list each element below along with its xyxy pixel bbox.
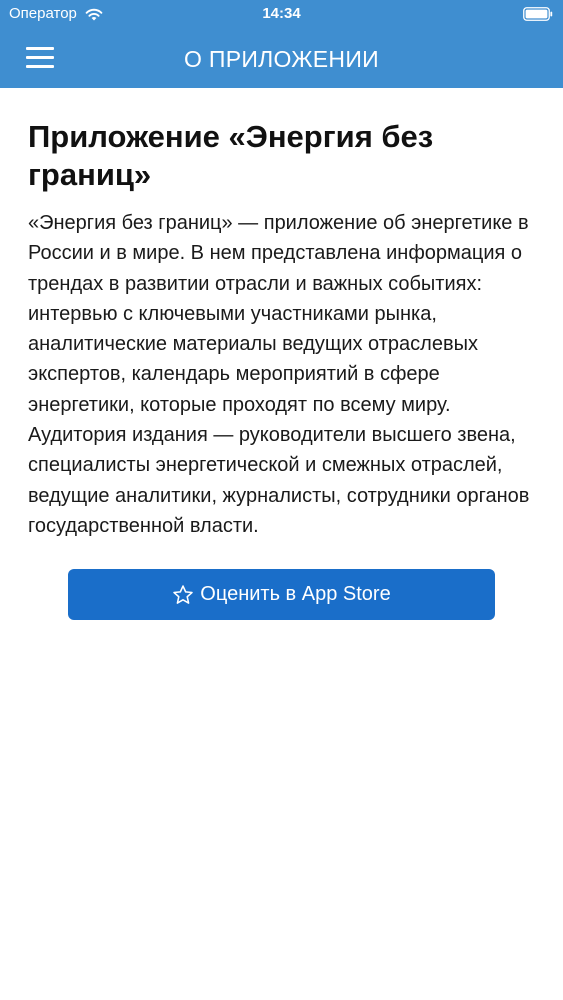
about-content: Приложение «Энергия без границ» «Энергия…: [0, 88, 563, 621]
status-bar: Оператор 14:34: [0, 0, 563, 30]
nav-bar: О ПРИЛОЖЕНИИ: [0, 30, 563, 88]
header: Оператор 14:34 О ПРИЛОЖЕНИИ: [0, 0, 563, 88]
battery-icon: [523, 7, 553, 21]
star-outline-icon: [173, 585, 194, 604]
page-title: Приложение «Энергия без границ»: [28, 119, 434, 192]
status-time: 14:34: [262, 5, 301, 22]
rate-app-store-button[interactable]: Оценить в App Store: [68, 569, 495, 621]
about-screen: Оператор 14:34 О ПРИЛОЖЕНИИ Приложение «…: [0, 0, 563, 1000]
nav-title: О ПРИЛОЖЕНИИ: [183, 46, 379, 72]
rate-button-label: Оценить в App Store: [200, 583, 391, 606]
app-description: «Энергия без границ» — приложение об эне…: [28, 212, 530, 537]
